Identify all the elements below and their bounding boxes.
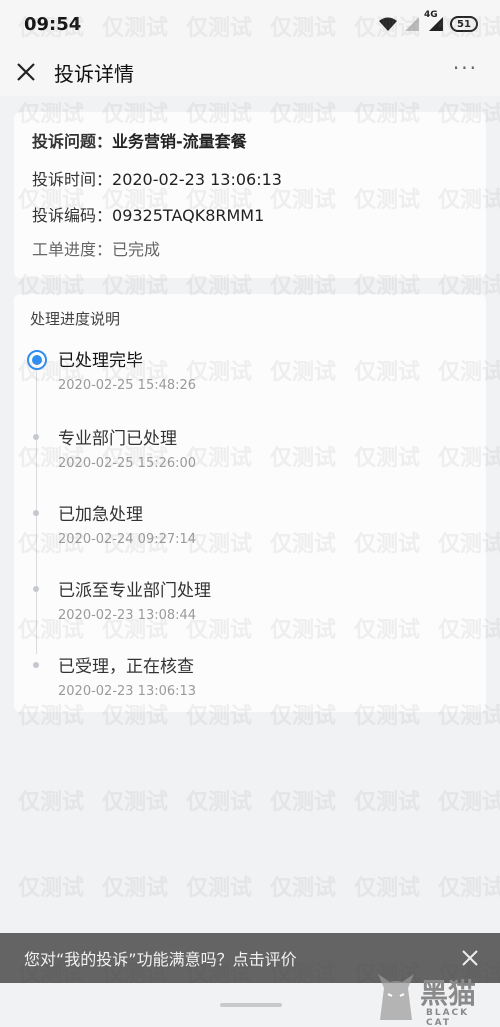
watermark-text: 仅测试 xyxy=(186,790,253,815)
active-step-icon xyxy=(27,350,47,370)
black-cat-logo: 黑猫 BLACK CAT xyxy=(374,968,494,1027)
wifi-icon xyxy=(378,16,398,32)
complaint-info-card: 投诉问题：业务营销-流量套餐 投诉时间：2020-02-23 13:06:13 … xyxy=(14,112,486,278)
logo-subtext: BLACK CAT xyxy=(426,1008,470,1027)
page-title: 投诉详情 xyxy=(54,62,134,86)
progress-title: 处理进度说明 xyxy=(30,310,121,328)
complaint-code-label: 投诉编码： xyxy=(32,206,113,225)
watermark-text: 仅测试 xyxy=(102,790,169,815)
step-dot-icon xyxy=(33,586,39,592)
logo-text: 黑猫 xyxy=(420,977,477,1010)
complaint-time-row: 投诉时间：2020-02-23 13:06:13 xyxy=(32,166,282,190)
step-label: 已加急处理 xyxy=(58,505,143,525)
signal-4g-icon: 4G xyxy=(424,10,444,32)
step-label: 已受理，正在核查 xyxy=(58,657,194,677)
cat-icon xyxy=(374,970,418,1022)
step-dot-icon xyxy=(33,662,39,668)
watermark-text: 仅测试 xyxy=(18,876,85,901)
step-time: 2020-02-25 15:26:00 xyxy=(58,456,197,471)
watermark-text: 仅测试 xyxy=(438,876,500,901)
complaint-time-label: 投诉时间： xyxy=(32,170,113,189)
timeline-line xyxy=(36,364,37,654)
more-options-icon[interactable]: ··· xyxy=(453,56,478,80)
step-dot-icon xyxy=(33,434,39,440)
signal-icon xyxy=(404,16,420,32)
complaint-progress-value: 已完成 xyxy=(112,240,161,259)
close-feedback-icon[interactable] xyxy=(458,946,482,970)
watermark-text: 仅测试 xyxy=(354,790,421,815)
complaint-progress-row: 工单进度：已完成 xyxy=(32,236,160,260)
complaint-issue-label: 投诉问题： xyxy=(32,132,113,151)
status-icons: 4G 51 xyxy=(378,10,478,34)
step-label: 已处理完毕 xyxy=(58,351,143,371)
watermark-text: 仅测试 xyxy=(18,790,85,815)
battery-level: 51 xyxy=(457,18,471,30)
step-time: 2020-02-24 09:27:14 xyxy=(58,532,197,547)
step-label: 专业部门已处理 xyxy=(58,429,177,449)
status-bar: 09:54 4G 51 xyxy=(0,0,500,48)
battery-icon: 51 xyxy=(450,16,478,32)
complaint-time-value: 2020-02-23 13:06:13 xyxy=(112,170,282,189)
nav-bar: 投诉详情 ··· xyxy=(0,48,500,96)
complaint-issue-value: 业务营销-流量套餐 xyxy=(112,132,247,151)
watermark-text: 仅测试 xyxy=(270,790,337,815)
feedback-prompt[interactable]: 您对“我的投诉”功能满意吗？点击评价 xyxy=(24,946,297,970)
complaint-progress-label: 工单进度： xyxy=(32,240,113,259)
complaint-code-value: 09325TAQK8RMM1 xyxy=(112,206,265,225)
home-indicator[interactable] xyxy=(220,1003,282,1007)
watermark-text: 仅测试 xyxy=(354,876,421,901)
step-time: 2020-02-23 13:06:13 xyxy=(58,684,197,699)
progress-card: 处理进度说明 已处理完毕 2020-02-25 15:48:26 专业部门已处理… xyxy=(14,294,486,712)
complaint-code-row: 投诉编码：09325TAQK8RMM1 xyxy=(32,202,264,226)
close-icon[interactable] xyxy=(12,58,40,86)
watermark-text: 仅测试 xyxy=(102,876,169,901)
status-time: 09:54 xyxy=(24,14,82,35)
step-label: 已派至专业部门处理 xyxy=(58,581,211,601)
watermark-text: 仅测试 xyxy=(186,876,253,901)
step-time: 2020-02-23 13:08:44 xyxy=(58,608,197,623)
complaint-issue-row: 投诉问题：业务营销-流量套餐 xyxy=(32,128,247,152)
step-time: 2020-02-25 15:48:26 xyxy=(58,378,197,393)
watermark-text: 仅测试 xyxy=(270,876,337,901)
watermark-text: 仅测试 xyxy=(438,790,500,815)
network-label: 4G xyxy=(424,10,438,20)
step-dot-icon xyxy=(33,510,39,516)
